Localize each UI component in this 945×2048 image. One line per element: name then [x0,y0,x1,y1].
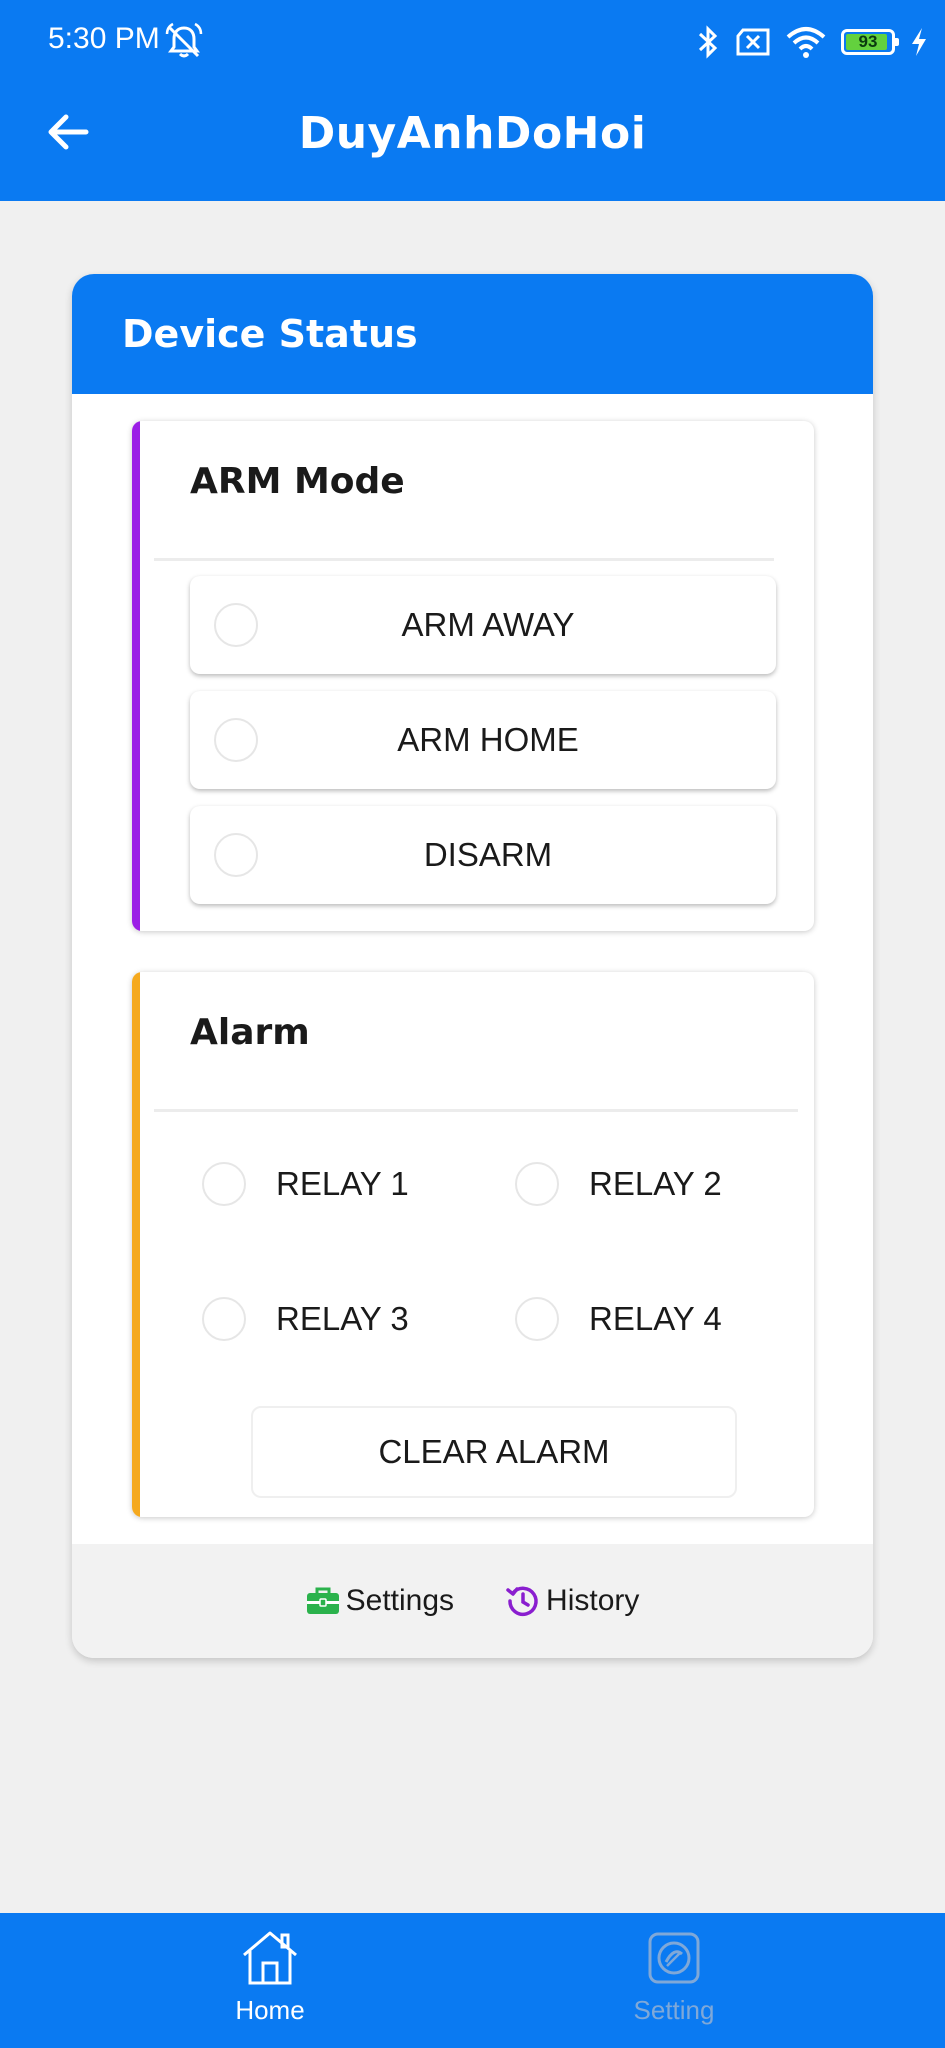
battery-level: 93 [858,32,878,51]
device-status-card: Device Status ARM Mode ARM AWAY ARM HOME… [72,274,873,1658]
app-title: DuyAnhDoHoi [298,108,647,159]
arm-home-label: ARM HOME [397,721,579,758]
relay-3-radio[interactable] [202,1297,246,1341]
status-icons: 93 [695,20,929,64]
clear-alarm-button[interactable]: CLEAR ALARM [251,1406,737,1498]
dnd-off-icon [165,22,203,58]
arm-away-label: ARM AWAY [401,606,575,643]
arm-mode-title: ARM Mode [190,461,405,502]
relay-4-radio[interactable] [515,1297,559,1341]
relay-1-label: RELAY 1 [276,1165,409,1202]
card-footer: Settings History [72,1544,873,1658]
history-label: History [546,1584,640,1617]
history-icon [506,1586,538,1617]
toolbox-icon [306,1587,339,1614]
status-time: 5:30 PM [48,22,160,55]
arm-home-option[interactable]: ARM HOME [190,691,776,789]
panel-divider [154,558,774,561]
battery-icon: 93 [841,29,899,55]
setting-icon [648,1932,700,1984]
panel-accent [132,972,140,1517]
panel-divider [154,1109,798,1112]
wifi-icon [786,27,826,58]
card-header: Device Status [72,274,873,394]
relay-4-label: RELAY 4 [589,1300,722,1337]
arm-mode-panel: ARM Mode ARM AWAY ARM HOME DISARM [132,421,814,931]
history-link[interactable]: History [506,1584,639,1618]
status-bar: 5:30 PM 93 [0,0,945,82]
nav-setting[interactable]: Setting [574,1929,774,2039]
panel-accent [132,421,140,931]
alarm-panel: Alarm RELAY 1 RELAY 2 RELAY 3 RELAY 4 CL… [132,972,814,1517]
charging-icon [912,28,926,56]
arm-away-option[interactable]: ARM AWAY [190,576,776,674]
top-bar: 5:30 PM 93 DuyAnhDoHoi [0,0,945,201]
sim-error-icon [736,28,770,56]
disarm-label: DISARM [423,836,553,873]
bottom-navigation: Home Setting [0,1913,945,2048]
settings-link[interactable]: Settings [306,1584,454,1618]
nav-home-label: Home [235,1995,305,2025]
relay-1-radio[interactable] [202,1162,246,1206]
nav-home[interactable]: Home [170,1929,370,2039]
home-icon [243,1931,297,1985]
settings-label: Settings [345,1584,455,1617]
relay-2-radio[interactable] [515,1162,559,1206]
disarm-option[interactable]: DISARM [190,806,776,904]
alarm-title: Alarm [190,1012,310,1053]
relay-2-label: RELAY 2 [589,1165,722,1202]
nav-setting-label: Setting [633,1995,715,2025]
relay-3-label: RELAY 3 [276,1300,409,1337]
bluetooth-icon [698,25,718,59]
